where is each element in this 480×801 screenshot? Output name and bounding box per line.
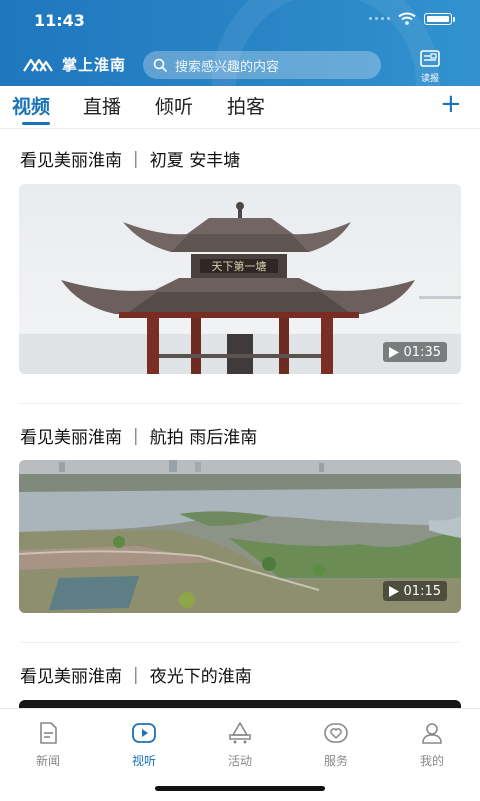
status-indicators <box>369 12 455 25</box>
reader-button[interactable]: 读报 <box>416 50 444 84</box>
video-duration-badge: 01:35 <box>382 342 447 362</box>
tab-video[interactable]: 视频 <box>12 92 50 119</box>
app-brand[interactable]: 掌上淮南 <box>22 54 126 75</box>
nav-profile[interactable]: 我的 <box>402 721 462 769</box>
app-name: 掌上淮南 <box>62 56 127 74</box>
newspaper-icon <box>420 50 440 67</box>
search-placeholder: 搜索感兴趣的内容 <box>175 59 280 75</box>
add-channel-button[interactable]: + <box>440 90 462 118</box>
video-duration: 01:35 <box>403 344 441 360</box>
video-card-title[interactable]: 看见美丽淮南 ｜ 航拍 雨后淮南 <box>20 423 257 448</box>
status-bar: 11:43 <box>0 0 480 40</box>
card-divider <box>20 403 460 404</box>
category-tabs: 视频 直播 倾听 拍客 + <box>0 86 480 129</box>
profile-icon <box>422 723 442 744</box>
app-logo-icon <box>23 58 53 72</box>
battery-icon <box>424 12 455 25</box>
nav-audiovisual[interactable]: 视听 <box>114 721 174 769</box>
home-indicator[interactable] <box>155 786 325 791</box>
nav-audiovisual-label: 视听 <box>131 754 156 768</box>
card-divider <box>20 642 460 643</box>
play-icon <box>388 585 399 597</box>
active-tab-indicator <box>22 122 50 125</box>
video-duration-badge: 01:15 <box>382 581 447 601</box>
nav-service[interactable]: 服务 <box>306 721 366 769</box>
search-icon <box>153 58 167 72</box>
nav-service-label: 服务 <box>323 754 348 768</box>
tab-live[interactable]: 直播 <box>83 92 121 119</box>
service-heart-icon <box>324 723 348 743</box>
news-icon <box>40 722 57 744</box>
app-header: 11:43 掌上淮南 搜索感兴趣的内容 读报 <box>0 0 480 86</box>
wifi-icon <box>398 12 416 25</box>
nav-activity[interactable]: 活动 <box>210 721 270 769</box>
nav-activity-label: 活动 <box>227 754 252 768</box>
video-duration: 01:15 <box>403 583 441 599</box>
tab-listen[interactable]: 倾听 <box>155 92 193 119</box>
signal-icon <box>369 17 390 20</box>
pavilion-sign-text: 天下第一塘 <box>212 259 267 273</box>
activity-icon <box>229 722 251 744</box>
search-bar[interactable]: 搜索感兴趣的内容 <box>143 51 381 79</box>
video-play-icon <box>132 723 156 743</box>
tab-paike[interactable]: 拍客 <box>227 92 265 119</box>
video-card-title[interactable]: 看见美丽淮南 ｜ 夜光下的淮南 <box>20 662 252 687</box>
nav-news[interactable]: 新闻 <box>18 721 78 769</box>
reader-label: 读报 <box>420 74 439 84</box>
status-time: 11:43 <box>34 11 85 30</box>
play-icon <box>388 346 399 358</box>
video-card-title[interactable]: 看见美丽淮南 ｜ 初夏 安丰塘 <box>20 146 240 171</box>
video-thumbnail-pavilion[interactable]: 天下第一塘 01:35 <box>19 184 461 374</box>
nav-news-label: 新闻 <box>35 754 60 768</box>
video-thumbnail-aerial[interactable]: 01:15 <box>19 460 461 613</box>
nav-profile-label: 我的 <box>419 754 444 768</box>
